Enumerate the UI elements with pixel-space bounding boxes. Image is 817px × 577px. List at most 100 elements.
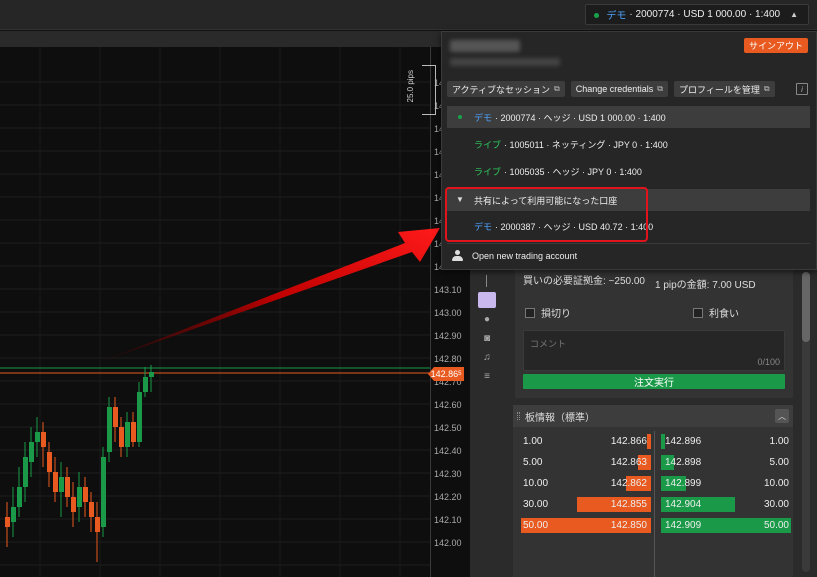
bid-price: 142.866 bbox=[610, 436, 647, 447]
candle-body bbox=[53, 472, 58, 492]
candle-body bbox=[29, 442, 34, 462]
candle-body bbox=[17, 487, 22, 507]
candle-body bbox=[107, 407, 112, 452]
take-profit-checkbox[interactable]: 利食い bbox=[693, 305, 739, 320]
info-icon[interactable]: i bbox=[796, 83, 808, 95]
status-dot bbox=[594, 13, 600, 18]
take-profit-label: 利食い bbox=[709, 309, 739, 320]
change-credentials-link[interactable]: Change credentials ⧉ bbox=[570, 81, 669, 97]
candle-body bbox=[83, 487, 88, 502]
candle-body bbox=[11, 507, 16, 522]
ask-volume: 10.00 bbox=[763, 478, 789, 489]
bid-volume: 5.00 bbox=[523, 457, 543, 468]
price-tick: 142.90 bbox=[434, 331, 462, 341]
bid-row[interactable]: 1.00 142.866 bbox=[517, 431, 653, 452]
account-type: ライブ bbox=[474, 139, 502, 150]
price-tick: 142.80 bbox=[434, 354, 462, 364]
open-new-account-button[interactable]: Open new trading account bbox=[452, 250, 577, 261]
current-price-suffix: 5 bbox=[458, 371, 462, 377]
collapse-icon[interactable]: ︿ bbox=[775, 409, 789, 423]
price-tick: 142.20 bbox=[434, 492, 462, 502]
account-row-1005035[interactable]: ライブ · 1005035 · ヘッジ · JPY 0 · 1:400 bbox=[447, 160, 810, 182]
pip-value: 1 pipの金額: 7.00 USD bbox=[655, 280, 756, 291]
panel-scrollbar[interactable] bbox=[802, 272, 810, 572]
order-book: 板情報（標準） ︿ 1.00 142.866 5.00 142.863 10.00 142… bbox=[513, 405, 793, 577]
external-link-icon: ⧉ bbox=[763, 84, 770, 93]
current-price-value: 142.86 bbox=[430, 369, 459, 379]
user-name-blurred bbox=[450, 40, 520, 52]
dot-tool-icon[interactable]: ● bbox=[478, 311, 496, 327]
candle-body bbox=[119, 427, 124, 447]
bid-volume: 50.00 bbox=[523, 520, 549, 531]
ask-row[interactable]: 142.904 30.00 bbox=[659, 494, 795, 515]
menu-divider bbox=[447, 243, 810, 244]
bid-volume: 1.00 bbox=[523, 436, 543, 447]
bid-row[interactable]: 5.00 142.863 bbox=[517, 452, 653, 473]
user-email-blurred bbox=[450, 58, 560, 66]
candlestick-chart bbox=[0, 47, 430, 577]
stop-loss-label: 損切り bbox=[541, 309, 571, 320]
account-selector[interactable]: デモ · 2000774 · USD 1 000.00 · 1:400 ▲ bbox=[585, 4, 809, 25]
ask-volume: 50.00 bbox=[763, 520, 789, 531]
account-row-1005011[interactable]: ライブ · 1005011 · ネッティング · JPY 0 · 1:400 bbox=[447, 133, 810, 155]
scrollbar-thumb[interactable] bbox=[802, 272, 810, 342]
candle-body bbox=[101, 457, 106, 527]
stop-loss-checkbox[interactable]: 損切り bbox=[525, 305, 571, 320]
candle-body bbox=[89, 502, 94, 517]
book-divider bbox=[654, 431, 655, 577]
camera-icon[interactable]: ◙ bbox=[478, 330, 496, 346]
comment-counter: 0/100 bbox=[757, 357, 780, 367]
comment-input[interactable]: コメント 0/100 bbox=[523, 330, 785, 371]
execute-order-button[interactable]: 注文実行 bbox=[523, 374, 785, 389]
stop-loss-box[interactable] bbox=[525, 307, 535, 318]
sign-out-button[interactable]: サインアウト bbox=[743, 38, 808, 53]
ask-price: 142.896 bbox=[665, 436, 702, 447]
price-chart[interactable] bbox=[0, 47, 430, 577]
manage-profile-link[interactable]: プロフィールを管理 ⧉ bbox=[674, 81, 775, 97]
ask-row[interactable]: 142.909 50.00 bbox=[659, 515, 795, 536]
account-type-demo: デモ bbox=[606, 11, 627, 22]
candle-body bbox=[125, 422, 130, 447]
comment-placeholder: コメント bbox=[530, 339, 567, 349]
candle-body bbox=[23, 457, 28, 487]
bid-row[interactable]: 10.00 142.862 bbox=[517, 473, 653, 494]
ask-row[interactable]: 142.899 10.00 bbox=[659, 473, 795, 494]
account-summary: · 2000774 · USD 1 000.00 · 1:400 bbox=[629, 9, 781, 20]
bell-icon[interactable]: ♫ bbox=[478, 349, 496, 365]
edit-list-icon[interactable]: ≡ bbox=[478, 368, 496, 384]
bid-price: 142.850 bbox=[610, 520, 647, 531]
price-tick: 143.10 bbox=[434, 285, 462, 295]
ask-price: 142.899 bbox=[665, 478, 702, 489]
active-sessions-link[interactable]: アクティブなセッション ⧉ bbox=[447, 81, 565, 97]
account-type: デモ bbox=[474, 112, 493, 123]
ask-price: 142.909 bbox=[665, 520, 702, 531]
account-row-2000774[interactable]: デモ · 2000774 · ヘッジ · USD 1 000.00 · 1:40… bbox=[447, 106, 810, 128]
line-tool-icon[interactable]: │ bbox=[478, 273, 496, 289]
take-profit-box[interactable] bbox=[693, 307, 703, 318]
bid-volume-bar bbox=[647, 434, 651, 449]
ask-row[interactable]: 142.896 1.00 bbox=[659, 431, 795, 452]
candle-body bbox=[59, 477, 64, 492]
top-bar: デモ · 2000774 · USD 1 000.00 · 1:400 ▲ bbox=[0, 0, 817, 30]
active-account-dot bbox=[458, 115, 462, 119]
ask-volume: 5.00 bbox=[769, 457, 789, 468]
current-price-tag: 142.86 5 bbox=[428, 367, 464, 381]
highlight-box bbox=[445, 187, 648, 242]
candle-body bbox=[77, 487, 82, 507]
drag-handle-icon[interactable] bbox=[517, 412, 520, 420]
account-detail: · 2000774 · ヘッジ · USD 1 000.00 · 1:400 bbox=[495, 112, 666, 123]
order-book-header: 板情報（標準） ︿ bbox=[513, 405, 793, 427]
external-link-icon: ⧉ bbox=[554, 84, 560, 93]
chart-tools: │ ● ◙ ♫ ≡ bbox=[475, 270, 499, 390]
bid-row[interactable]: 30.00 142.855 bbox=[517, 494, 653, 515]
bid-row[interactable]: 50.00 142.850 bbox=[517, 515, 653, 536]
order-form: 買いの必要証拠金: ~250.00 1 pipの金額: 7.00 USD 損切り… bbox=[515, 270, 793, 398]
ask-row[interactable]: 142.898 5.00 bbox=[659, 452, 795, 473]
user-icon bbox=[452, 250, 463, 261]
account-links: アクティブなセッション ⧉ Change credentials ⧉ プロフィールを… bbox=[447, 81, 775, 97]
external-link-icon: ⧉ bbox=[657, 84, 664, 93]
color-swatch[interactable] bbox=[478, 292, 496, 308]
price-tick: 142.50 bbox=[434, 423, 462, 433]
ask-volume: 30.00 bbox=[763, 499, 789, 510]
account-type: ライブ bbox=[474, 166, 502, 177]
